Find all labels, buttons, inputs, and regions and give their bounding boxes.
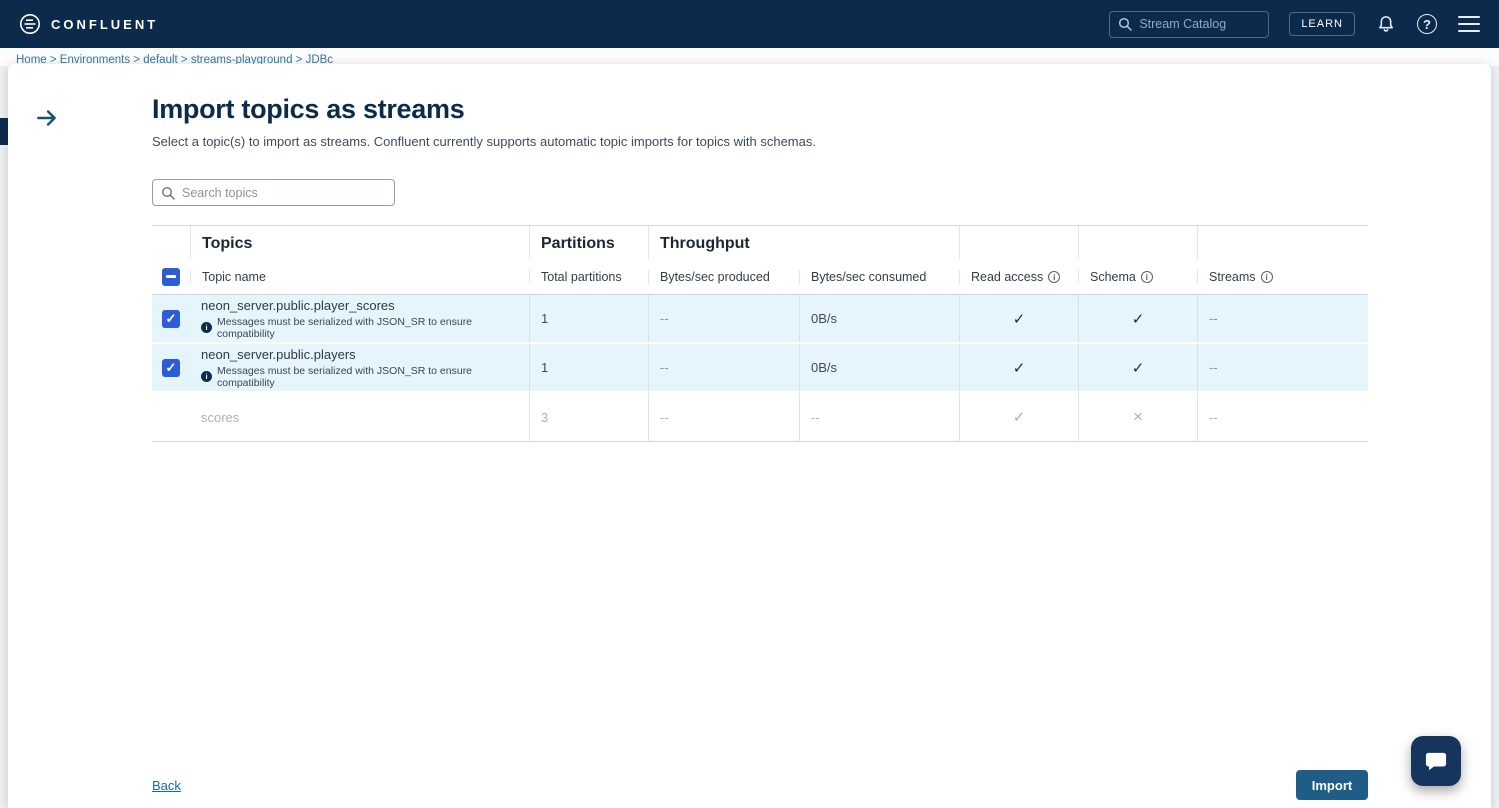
top-navbar: CONFLUENT LEARN <box>0 0 1499 48</box>
streams-value: -- <box>1197 295 1368 342</box>
info-icon[interactable] <box>1048 271 1060 283</box>
stream-catalog-input[interactable] <box>1139 17 1260 31</box>
bytes-consumed-value: -- <box>799 393 959 441</box>
column-header-bytes-consumed: Bytes/sec consumed <box>799 270 959 284</box>
bytes-produced-value: -- <box>648 295 799 342</box>
search-topics-input[interactable] <box>182 186 386 200</box>
search-topics-field[interactable] <box>152 179 395 206</box>
column-header-bytes-produced: Bytes/sec produced <box>648 270 799 284</box>
topic-name: neon_server.public.player_scores <box>201 298 395 313</box>
topic-name: neon_server.public.players <box>201 347 356 362</box>
help-icon[interactable] <box>1417 14 1437 34</box>
column-header-read-access: Read access <box>959 270 1078 284</box>
chat-button[interactable] <box>1411 736 1461 786</box>
confluent-logo[interactable]: CONFLUENT <box>18 12 158 36</box>
brand-text: CONFLUENT <box>51 17 158 32</box>
stream-catalog-search[interactable] <box>1109 11 1269 38</box>
bytes-consumed-value: 0B/s <box>799 295 959 342</box>
topic-note: Messages must be serialized with JSON_SR… <box>201 316 529 340</box>
table-header: Topics Partitions Throughput Topic name … <box>152 226 1368 295</box>
topic-note: Messages must be serialized with JSON_SR… <box>201 365 529 389</box>
read-access-check: ✓ <box>959 393 1078 441</box>
read-access-check: ✓ <box>959 344 1078 391</box>
notifications-bell-icon[interactable] <box>1375 13 1397 35</box>
menu-hamburger-icon[interactable] <box>1457 15 1481 33</box>
schema-check: ✓ <box>1078 295 1197 342</box>
read-access-check: ✓ <box>959 295 1078 342</box>
partitions-value: 3 <box>529 393 648 441</box>
column-header-schema: Schema <box>1078 270 1197 284</box>
column-header-topic-name: Topic name <box>190 270 529 284</box>
info-icon[interactable] <box>1141 271 1153 283</box>
streams-value: -- <box>1197 393 1368 441</box>
search-icon <box>161 186 175 200</box>
topics-table: Topics Partitions Throughput Topic name … <box>152 225 1368 442</box>
column-header-streams: Streams <box>1197 270 1368 284</box>
row-checkbox[interactable] <box>162 359 180 377</box>
bytes-produced-value: -- <box>648 393 799 441</box>
column-header-total-partitions: Total partitions <box>529 270 648 284</box>
schema-check: ✓ <box>1078 344 1197 391</box>
select-all-checkbox[interactable] <box>162 268 180 286</box>
confluent-logo-icon <box>18 12 42 36</box>
import-topics-panel: Import topics as streams Select a topic(… <box>8 64 1491 808</box>
streams-value: -- <box>1197 344 1368 391</box>
learn-button[interactable]: LEARN <box>1289 12 1355 36</box>
info-icon[interactable] <box>1261 271 1273 283</box>
row-checkbox[interactable] <box>162 310 180 328</box>
collapse-panel-arrow-icon[interactable] <box>32 103 62 133</box>
bytes-produced-value: -- <box>648 344 799 391</box>
table-row-player-scores[interactable]: neon_server.public.player_scores Message… <box>152 295 1368 344</box>
import-button[interactable]: Import <box>1296 770 1368 800</box>
table-row-players[interactable]: neon_server.public.players Messages must… <box>152 344 1368 393</box>
back-link[interactable]: Back <box>152 778 181 793</box>
partitions-value: 1 <box>529 344 648 391</box>
page-title: Import topics as streams <box>152 94 1368 125</box>
topic-name: scores <box>201 410 239 425</box>
info-icon <box>201 371 212 382</box>
bytes-consumed-value: 0B/s <box>799 344 959 391</box>
group-header-partitions: Partitions <box>529 226 648 259</box>
page-subtitle: Select a topic(s) to import as streams. … <box>152 134 1368 149</box>
group-header-throughput: Throughput <box>648 226 959 259</box>
schema-cross: × <box>1078 393 1197 441</box>
table-row-scores: scores 3 -- -- ✓ × -- <box>152 393 1368 442</box>
search-icon <box>1118 17 1132 31</box>
partitions-value: 1 <box>529 295 648 342</box>
group-header-topics: Topics <box>190 226 529 259</box>
chat-bubble-icon <box>1423 748 1449 774</box>
panel-footer: Back Import <box>152 769 1368 801</box>
info-icon <box>201 322 212 333</box>
